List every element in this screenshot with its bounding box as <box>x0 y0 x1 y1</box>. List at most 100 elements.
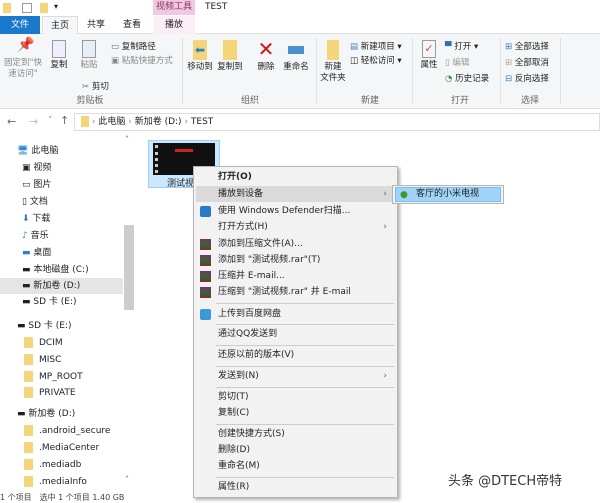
nav-sd-card-e[interactable]: ▬ SD 卡 (E:) <box>22 294 77 310</box>
menu-add-to-archive[interactable]: 添加到压缩文件(A)... <box>196 236 395 252</box>
submenu-living-room-tv[interactable]: ● 客厅的小米电视 <box>395 187 501 202</box>
watermark-text: 头条 @DTECH帝特 <box>448 474 563 489</box>
nav-documents[interactable]: ▯ 文档 <box>22 194 48 210</box>
scissors-icon: ✂ <box>82 82 90 92</box>
menu-copy[interactable]: 复制(C) <box>196 405 395 421</box>
tab-play[interactable]: 播放 <box>153 16 195 34</box>
new-folder-icon[interactable] <box>40 3 48 13</box>
menu-defender-scan[interactable]: 使用 Windows Defender扫描... <box>196 203 395 219</box>
menu-add-to-rar[interactable]: 添加到 "测试视频.rar"(T) <box>196 252 395 268</box>
folder-icon <box>24 425 33 436</box>
pin-icon: 📌 <box>17 37 35 53</box>
breadcrumb-drive-d[interactable]: 新加卷 (D:) <box>135 117 182 127</box>
open-icon: ▀ <box>445 42 452 52</box>
menu-rename[interactable]: 重命名(M) <box>196 458 395 474</box>
tab-share[interactable]: 共享 <box>80 16 112 34</box>
nav-folder-mediacenter[interactable]: .MediaCenter <box>24 440 99 456</box>
open-button[interactable]: ▀ 打开 ▾ <box>445 40 478 52</box>
drive-icon: ▬ <box>22 265 31 275</box>
copy-button[interactable]: 复制 <box>47 40 71 71</box>
menu-restore-versions[interactable]: 还原以前的版本(V) <box>196 347 395 363</box>
window-title: TEST <box>205 2 228 12</box>
nav-local-disk-c[interactable]: ▬ 本地磁盘 (C:) <box>22 262 89 278</box>
scroll-up-icon[interactable]: ˄ <box>125 135 129 144</box>
menu-cut[interactable]: 剪切(T) <box>196 389 395 405</box>
properties-icon[interactable] <box>22 3 32 13</box>
nav-drive-d[interactable]: ▬ 新加卷 (D:) <box>0 278 123 294</box>
cut-button[interactable]: ✂ 剪切 <box>82 80 109 92</box>
menu-delete[interactable]: 删除(D) <box>196 442 395 458</box>
tab-view[interactable]: 查看 <box>116 16 148 34</box>
edit-button[interactable]: ▯ 编辑 <box>445 56 469 68</box>
invert-selection-button[interactable]: ⊟ 反向选择 <box>505 72 549 84</box>
nav-pictures[interactable]: ▭ 图片 <box>22 177 51 193</box>
recent-dropdown-icon[interactable]: ˅ <box>48 116 53 126</box>
nav-videos[interactable]: ▣ 视频 <box>22 160 51 176</box>
nav-scrollbar[interactable]: ˄ ˅ <box>123 135 135 487</box>
tab-file[interactable]: 文件 <box>0 16 40 34</box>
nav-folder-misc[interactable]: MISC <box>24 352 61 368</box>
menu-properties[interactable]: 属性(R) <box>196 479 395 495</box>
scroll-down-icon[interactable]: ˅ <box>125 475 129 484</box>
nav-folder-private[interactable]: PRIVATE <box>24 385 76 401</box>
menu-open-with[interactable]: 打开方式(H) › <box>196 219 395 235</box>
select-all-button[interactable]: ⊞ 全部选择 <box>505 40 549 52</box>
nav-folder-mediadb[interactable]: .mediadb <box>24 457 81 473</box>
music-icon: ♪ <box>22 231 28 241</box>
nav-desktop[interactable]: ▬ 桌面 <box>22 245 51 261</box>
menu-upload-baidu[interactable]: 上传到百度网盘 <box>196 306 395 322</box>
rename-button[interactable]: 重命名 <box>282 40 310 73</box>
back-icon[interactable]: ← <box>7 115 16 128</box>
menu-cast-to-device[interactable]: 播放到设备 › <box>196 186 395 202</box>
folder-icon <box>327 40 339 60</box>
up-icon[interactable]: ↑ <box>60 114 69 127</box>
new-item-button[interactable]: ▤ 新建项目 ▾ <box>350 40 402 52</box>
nav-folder-mp-root[interactable]: MP_ROOT <box>24 369 83 385</box>
paste-shortcut-button[interactable]: ▣ 粘贴快捷方式 <box>111 54 173 66</box>
menu-compress-email[interactable]: 压缩并 E-mail... <box>196 268 395 284</box>
menu-compress-rar-email[interactable]: 压缩到 "测试视频.rar" 并 E-mail <box>196 284 395 300</box>
menu-create-shortcut[interactable]: 创建快捷方式(S) <box>196 426 395 442</box>
nav-drive-d-root[interactable]: ▬ 新加卷 (D:) <box>17 406 75 422</box>
winrar-icon <box>200 287 211 298</box>
nav-folder-android-secure[interactable]: .android_secure <box>24 423 110 439</box>
menu-send-via-qq[interactable]: 通过QQ发送到 <box>196 326 395 342</box>
nav-folder-dcim[interactable]: DCIM <box>24 335 63 351</box>
history-icon: ◔ <box>445 74 453 84</box>
tab-home[interactable]: 主页 <box>42 16 78 34</box>
paste-button[interactable]: 粘贴 <box>77 40 101 71</box>
breadcrumb-test[interactable]: TEST <box>191 117 213 127</box>
copy-to-button[interactable]: 复制到 <box>216 40 244 73</box>
drive-icon: ▬ <box>22 281 31 291</box>
copy-path-button[interactable]: ▭ 复制路径 <box>111 40 156 52</box>
quick-access-dropdown-icon[interactable]: ▾ <box>54 2 58 11</box>
nav-folder-mediainfo[interactable]: .mediaInfo <box>24 474 87 490</box>
new-item-icon: ▤ <box>350 42 359 52</box>
breadcrumb-this-pc[interactable]: 此电脑 <box>98 117 125 127</box>
drive-icon: ▬ <box>17 321 26 331</box>
download-icon: ⬇ <box>22 214 30 224</box>
nav-music[interactable]: ♪ 音乐 <box>22 228 49 244</box>
properties-button[interactable]: ✓ 属性 <box>416 40 442 71</box>
ribbon-tabs: 文件 主页 共享 查看 播放 <box>0 16 600 34</box>
paste-shortcut-icon: ▣ <box>111 56 120 66</box>
nav-sd-card-e-root[interactable]: ▬ SD 卡 (E:) <box>17 318 72 334</box>
forward-icon[interactable]: → <box>29 115 38 128</box>
address-bar[interactable]: › 此电脑 › 新加卷 (D:) › TEST <box>74 113 600 131</box>
ribbon: 📌 固定到"快速访问" 复制 粘贴 ✂ 剪切 ▭ 复制路径 ▣ 粘贴快捷方式 剪贴… <box>0 34 600 109</box>
pin-quick-access-button[interactable]: 📌 固定到"快速访问" <box>2 37 44 80</box>
folder-icon <box>24 442 33 453</box>
move-to-button[interactable]: ⬅ 移动到 <box>186 40 214 73</box>
new-group-label: 新建 <box>360 96 379 106</box>
history-button[interactable]: ◔ 历史记录 <box>445 72 489 84</box>
scrollbar-thumb[interactable] <box>124 225 134 310</box>
select-none-button[interactable]: ⊞ 全部取消 <box>505 56 549 68</box>
new-folder-button[interactable]: 新建 文件夹 <box>318 40 348 84</box>
easy-access-button[interactable]: ◫ 轻松访问 ▾ <box>350 54 402 66</box>
nav-downloads[interactable]: ⬇ 下载 <box>22 211 50 227</box>
delete-button[interactable]: ✕ 删除 <box>254 38 278 73</box>
menu-send-to[interactable]: 发送到(N) › <box>196 368 395 384</box>
folder-icon <box>24 476 33 487</box>
nav-this-pc[interactable]: 🖥 此电脑 <box>17 143 58 159</box>
menu-open[interactable]: 打开(O) <box>196 169 395 185</box>
